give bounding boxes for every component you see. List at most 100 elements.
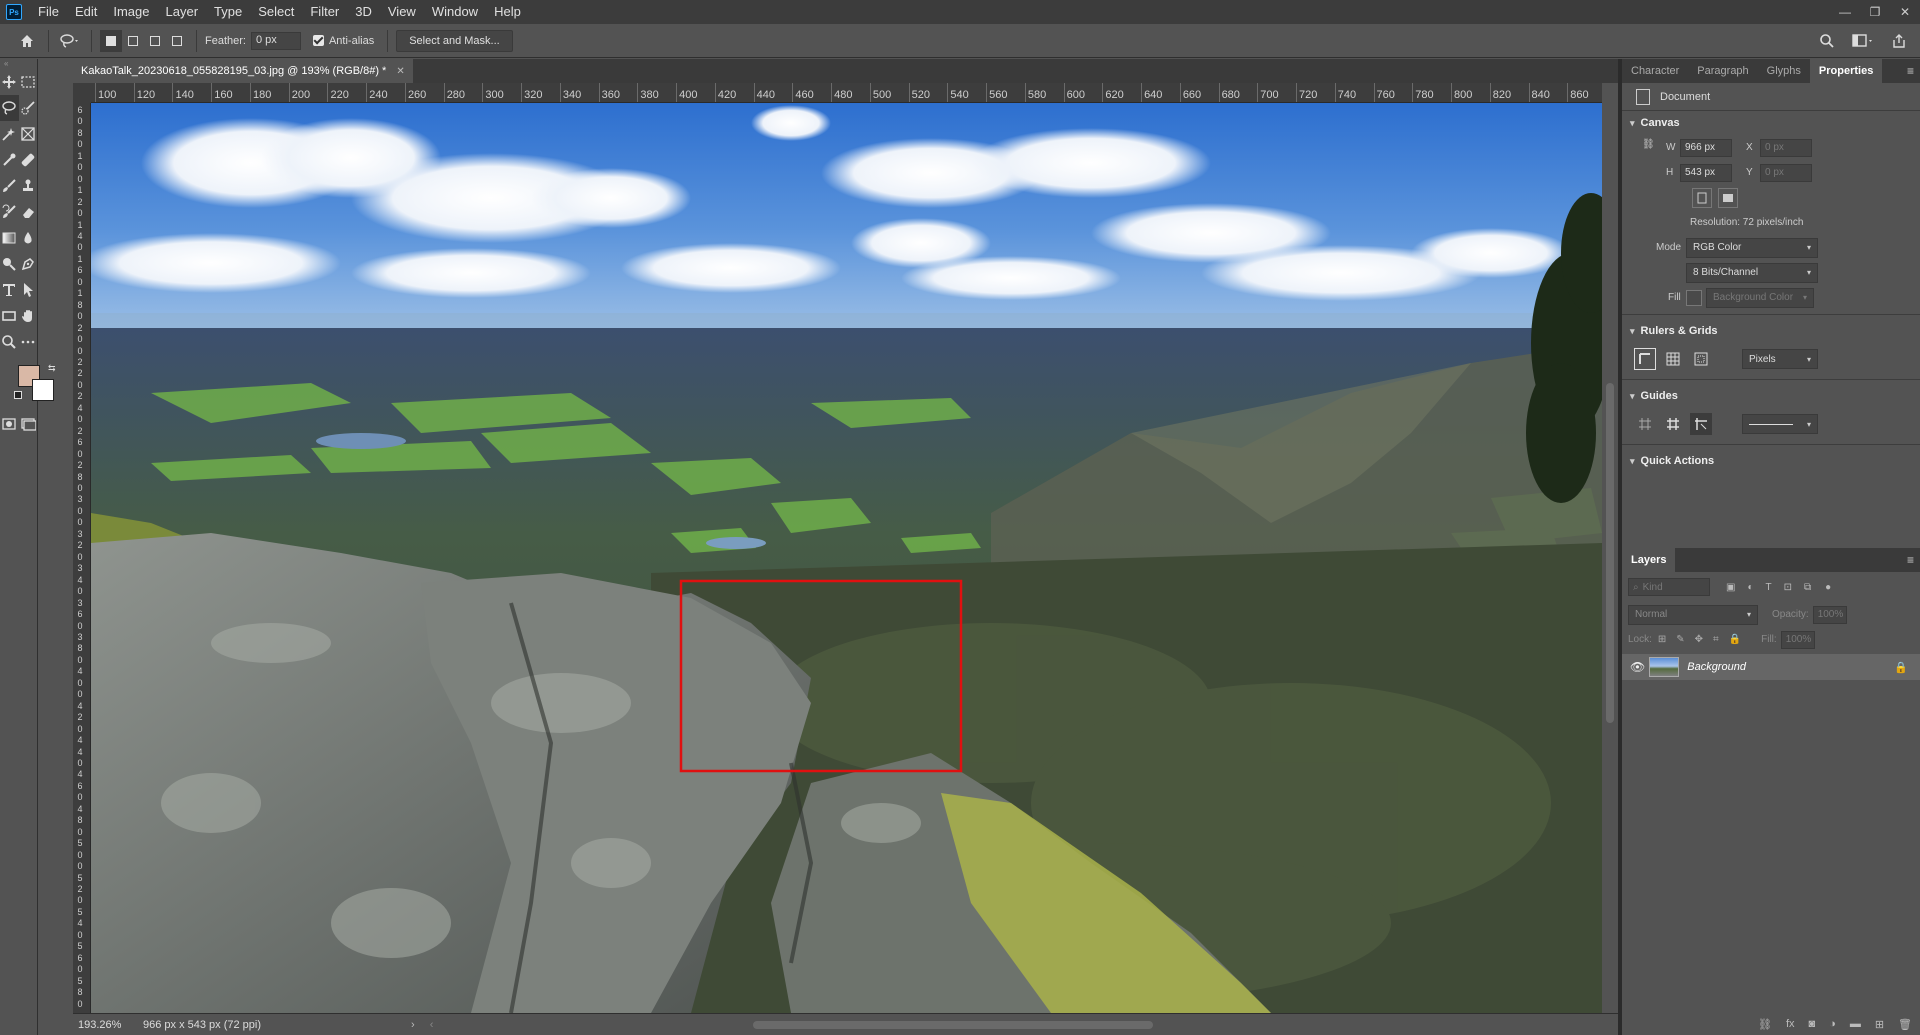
menu-type[interactable]: Type xyxy=(206,0,250,24)
hand-tool-icon[interactable] xyxy=(19,303,38,329)
fill-select[interactable]: Background Color ▾ xyxy=(1706,287,1814,308)
tab-character[interactable]: Character xyxy=(1622,59,1688,83)
antialias-checkbox[interactable] xyxy=(312,35,324,46)
collapse-icon[interactable]: « xyxy=(0,59,37,69)
lock-icons[interactable]: ⊞✎✥⌗🔒 xyxy=(1658,634,1751,645)
fill-swatch[interactable] xyxy=(1686,289,1702,306)
guides-from-shape-icon[interactable] xyxy=(1690,413,1712,435)
frame-tool-icon[interactable] xyxy=(19,121,38,147)
lasso-preset-icon[interactable] xyxy=(59,30,81,52)
link-layers-icon[interactable]: ⛓ xyxy=(1758,1018,1772,1031)
visibility-eye-icon[interactable]: 👁 xyxy=(1630,660,1645,674)
restore-icon[interactable]: ❐ xyxy=(1860,0,1890,24)
object-selection-tool-icon[interactable] xyxy=(0,121,19,147)
y-input[interactable]: 0 px xyxy=(1760,163,1812,182)
adjustment-layer-icon[interactable]: ◑ xyxy=(1829,1018,1836,1030)
quick-actions-section-header[interactable]: ▾ Quick Actions xyxy=(1622,449,1920,473)
fx-icon[interactable]: fx xyxy=(1786,1018,1795,1030)
more-tools-icon[interactable] xyxy=(19,329,38,355)
pixel-grid-toggle-icon[interactable] xyxy=(1690,348,1712,370)
guides-toggle-icon[interactable] xyxy=(1634,413,1656,435)
menu-3d[interactable]: 3D xyxy=(347,0,380,24)
ruler-corner[interactable] xyxy=(73,83,91,103)
tab-paragraph[interactable]: Paragraph xyxy=(1688,59,1757,83)
menu-window[interactable]: Window xyxy=(424,0,486,24)
x-input[interactable]: 0 px xyxy=(1760,138,1812,157)
search-icon[interactable] xyxy=(1816,30,1838,52)
add-mask-icon[interactable]: ◙ xyxy=(1809,1018,1816,1030)
portrait-orientation-icon[interactable] xyxy=(1692,187,1712,208)
zoom-level[interactable]: 193.26% xyxy=(73,1019,133,1031)
tab-properties[interactable]: Properties xyxy=(1809,59,1883,83)
menu-view[interactable]: View xyxy=(380,0,424,24)
rulers-grids-section-header[interactable]: ▾ Rulers & Grids xyxy=(1622,319,1920,343)
intersect-selection-button[interactable] xyxy=(166,30,188,52)
brush-tool-icon[interactable] xyxy=(0,173,19,199)
background-color-swatch[interactable] xyxy=(32,379,54,401)
menu-file[interactable]: File xyxy=(30,0,67,24)
lasso-tool-icon[interactable] xyxy=(0,95,19,121)
opacity-input[interactable]: 100% xyxy=(1812,605,1847,624)
workspace-icon[interactable] xyxy=(1852,30,1874,52)
blend-mode-select[interactable]: Normal ▾ xyxy=(1628,604,1758,625)
healing-tool-icon[interactable] xyxy=(19,147,38,173)
marquee-tool-icon[interactable] xyxy=(19,69,38,95)
new-selection-button[interactable] xyxy=(100,29,122,52)
screen-mode-icon[interactable] xyxy=(19,411,38,437)
add-selection-button[interactable] xyxy=(122,30,144,52)
layer-lock-icon[interactable]: 🔒 xyxy=(1894,661,1908,674)
vertical-ruler[interactable]: 6080100120140160180200220240260280300320… xyxy=(73,103,91,1013)
fill-opacity-input[interactable]: 100% xyxy=(1780,630,1815,649)
canvas-section-header[interactable]: ▾ Canvas xyxy=(1622,111,1920,135)
units-select[interactable]: Pixels ▾ xyxy=(1742,349,1818,369)
feather-input[interactable]: 0 px xyxy=(250,31,301,50)
close-tab-icon[interactable]: ✕ xyxy=(396,66,404,77)
share-icon[interactable] xyxy=(1888,30,1910,52)
menu-edit[interactable]: Edit xyxy=(67,0,105,24)
landscape-orientation-icon[interactable] xyxy=(1718,187,1738,208)
filter-toggle-icon[interactable]: ● xyxy=(1825,582,1831,593)
minimize-icon[interactable]: — xyxy=(1830,0,1860,24)
new-layer-icon[interactable]: ⊞ xyxy=(1875,1018,1884,1031)
swap-colors-icon[interactable]: ⇆ xyxy=(48,363,56,374)
tab-layers[interactable]: Layers xyxy=(1622,548,1676,572)
bit-depth-select[interactable]: 8 Bits/Channel ▾ xyxy=(1686,262,1818,283)
panel-menu-icon[interactable]: ≡ xyxy=(1907,64,1914,78)
ruler-toggle-icon[interactable] xyxy=(1634,348,1656,370)
horizontal-scroll-thumb[interactable] xyxy=(753,1021,1153,1029)
menu-image[interactable]: Image xyxy=(105,0,157,24)
menu-layer[interactable]: Layer xyxy=(158,0,207,24)
menu-select[interactable]: Select xyxy=(250,0,302,24)
quick-selection-tool-icon[interactable] xyxy=(19,95,38,121)
stamp-tool-icon[interactable] xyxy=(19,173,38,199)
new-guide-layout-icon[interactable] xyxy=(1662,413,1684,435)
rectangle-tool-icon[interactable] xyxy=(0,303,19,329)
layers-menu-icon[interactable]: ≡ xyxy=(1907,553,1914,567)
pen-tool-icon[interactable] xyxy=(19,251,38,277)
grid-toggle-icon[interactable] xyxy=(1662,348,1684,370)
menu-filter[interactable]: Filter xyxy=(302,0,347,24)
path-selection-tool-icon[interactable] xyxy=(19,277,38,303)
vertical-scroll-thumb[interactable] xyxy=(1606,383,1614,723)
height-input[interactable]: 543 px xyxy=(1680,163,1732,182)
tab-glyphs[interactable]: Glyphs xyxy=(1758,59,1810,83)
eraser-tool-icon[interactable] xyxy=(19,199,38,225)
horizontal-ruler[interactable]: 100 120 140 160 180 200 220 240 260 280 300 320 340 3… xyxy=(91,83,1602,103)
home-icon[interactable] xyxy=(16,30,38,52)
gradient-tool-icon[interactable] xyxy=(0,225,19,251)
guide-style-select[interactable]: ▾ xyxy=(1742,414,1818,434)
eyedropper-tool-icon[interactable] xyxy=(0,147,19,173)
zoom-tool-icon[interactable] xyxy=(0,329,19,355)
menu-help[interactable]: Help xyxy=(486,0,529,24)
vertical-scrollbar[interactable] xyxy=(1602,103,1618,1013)
dodge-tool-icon[interactable] xyxy=(0,251,19,277)
status-arrow-icon[interactable]: › xyxy=(411,1019,415,1031)
quick-mask-icon[interactable] xyxy=(0,411,19,437)
scroll-left-icon[interactable]: ‹ xyxy=(430,1019,434,1031)
new-group-icon[interactable]: ▬ xyxy=(1850,1018,1861,1030)
move-tool-icon[interactable] xyxy=(0,69,19,95)
layer-filter-kind-select[interactable]: ⌕ Kind xyxy=(1628,578,1710,596)
width-input[interactable]: 966 px xyxy=(1680,138,1732,157)
blur-tool-icon[interactable] xyxy=(19,225,38,251)
guides-section-header[interactable]: ▾ Guides xyxy=(1622,384,1920,408)
